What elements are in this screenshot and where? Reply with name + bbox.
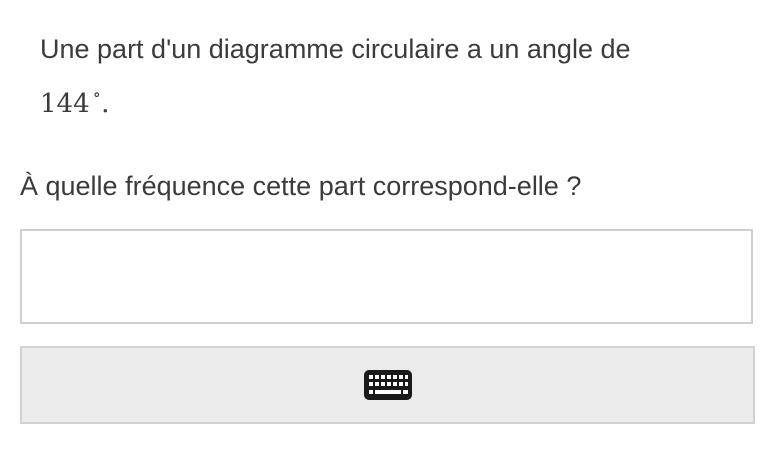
keyboard-toggle-button[interactable] [20, 346, 755, 424]
answer-input[interactable] [20, 229, 753, 324]
angle-expression: 144 ∘. [40, 72, 740, 127]
angle-value: 144 [40, 89, 90, 119]
problem-statement: Une part d'un diagramme circulaire a un … [40, 26, 740, 127]
degree-symbol: ∘ [92, 85, 101, 105]
statement-period: . [100, 88, 110, 119]
question-text: À quelle fréquence cette part correspond… [20, 171, 582, 201]
statement-text: Une part d'un diagramme circulaire a un … [40, 34, 631, 64]
keyboard-icon [363, 370, 412, 400]
